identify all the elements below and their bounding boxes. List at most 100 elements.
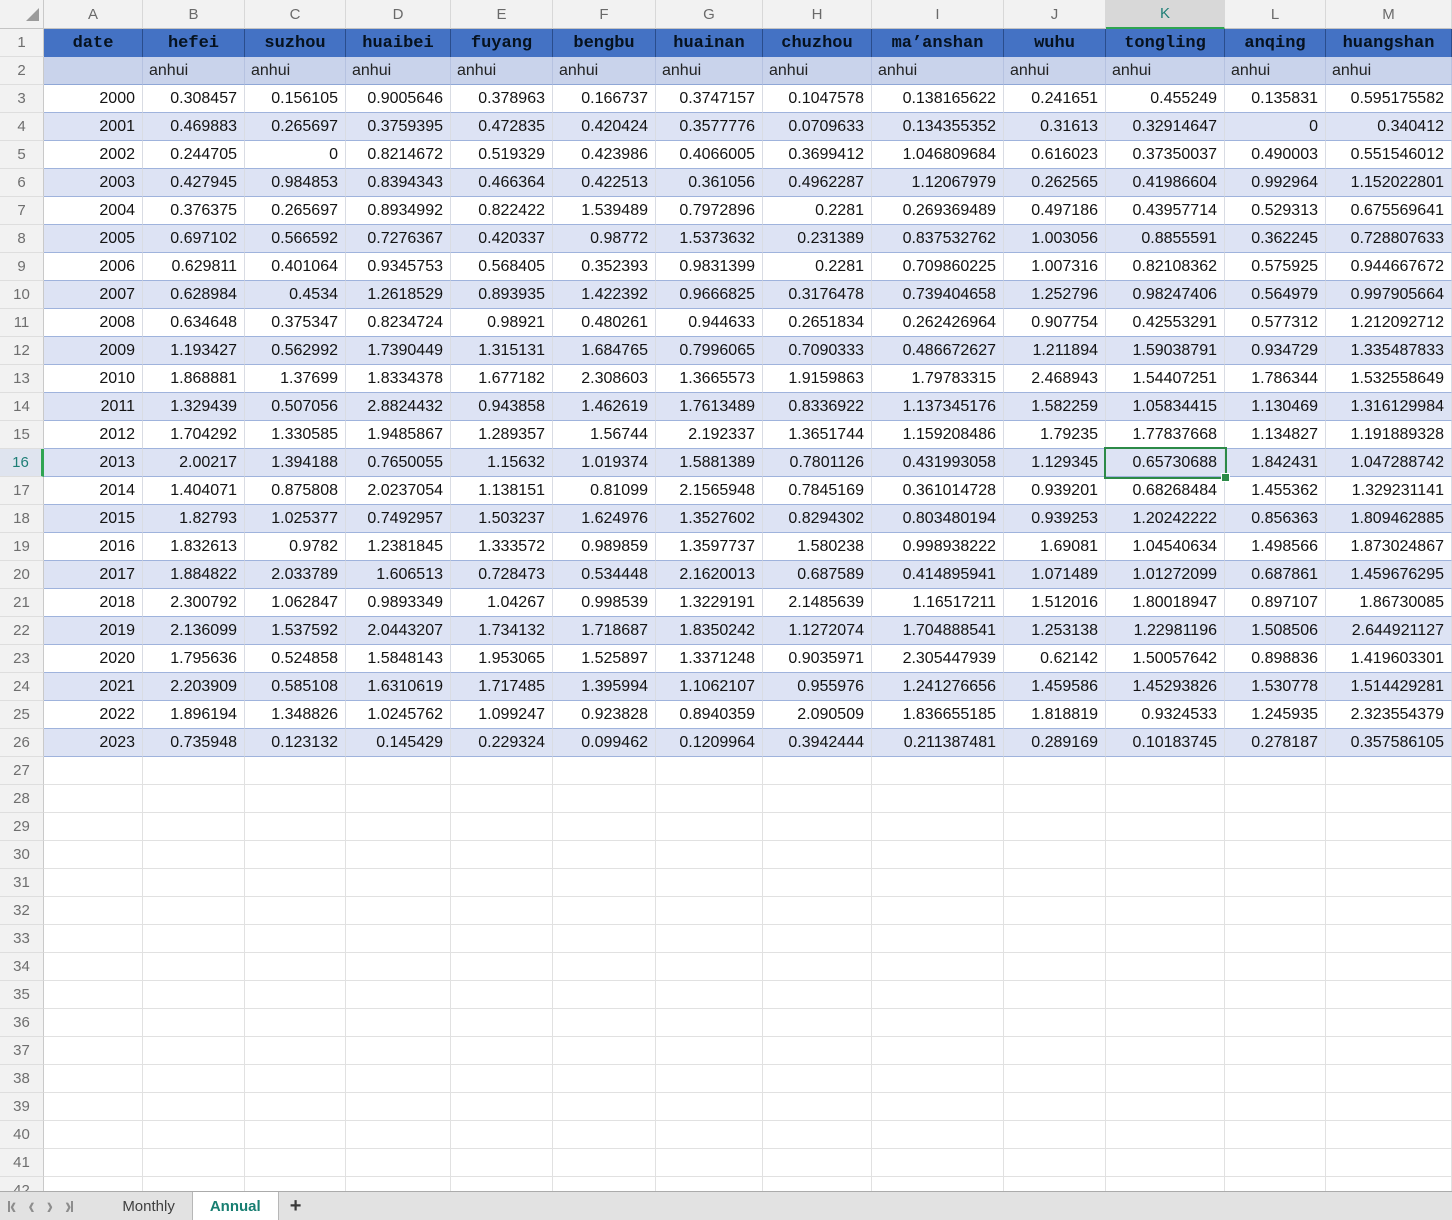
cell-B26[interactable]: 0.735948 [143,729,245,757]
cell-G31[interactable] [656,869,763,897]
cell-H38[interactable] [763,1065,872,1093]
cell-L40[interactable] [1225,1121,1326,1149]
cell-B11[interactable]: 0.634648 [143,309,245,337]
cell-A38[interactable] [44,1065,143,1093]
cell-H16[interactable]: 0.7801126 [763,449,872,477]
row-header-4[interactable]: 4 [0,113,44,141]
cell-H30[interactable] [763,841,872,869]
cell-L31[interactable] [1225,869,1326,897]
column-header-I[interactable]: I [872,0,1004,29]
cell-A24[interactable]: 2021 [44,673,143,701]
sheet-tab-annual[interactable]: Annual [191,1192,279,1220]
cell-G2[interactable]: anhui [656,57,763,85]
cell-H8[interactable]: 0.231389 [763,225,872,253]
cell-C32[interactable] [245,897,346,925]
cell-G13[interactable]: 1.3665573 [656,365,763,393]
cell-C10[interactable]: 0.4534 [245,281,346,309]
cell-D36[interactable] [346,1009,451,1037]
cell-H14[interactable]: 0.8336922 [763,393,872,421]
row-header-14[interactable]: 14 [0,393,44,421]
cell-F16[interactable]: 1.019374 [553,449,656,477]
cell-E34[interactable] [451,953,553,981]
cell-H33[interactable] [763,925,872,953]
cell-K29[interactable] [1106,813,1225,841]
cell-A4[interactable]: 2001 [44,113,143,141]
cell-K5[interactable]: 0.37350037 [1106,141,1225,169]
cell-A17[interactable]: 2014 [44,477,143,505]
cell-K7[interactable]: 0.43957714 [1106,197,1225,225]
cell-D10[interactable]: 1.2618529 [346,281,451,309]
cell-E5[interactable]: 0.519329 [451,141,553,169]
cell-H27[interactable] [763,757,872,785]
row-header-11[interactable]: 11 [0,309,44,337]
cell-F29[interactable] [553,813,656,841]
cell-L18[interactable]: 0.856363 [1225,505,1326,533]
cell-D25[interactable]: 1.0245762 [346,701,451,729]
cell-I20[interactable]: 0.414895941 [872,561,1004,589]
cell-F31[interactable] [553,869,656,897]
cell-I38[interactable] [872,1065,1004,1093]
cell-D17[interactable]: 2.0237054 [346,477,451,505]
cell-B37[interactable] [143,1037,245,1065]
cell-F8[interactable]: 0.98772 [553,225,656,253]
cell-C13[interactable]: 1.37699 [245,365,346,393]
cell-I5[interactable]: 1.046809684 [872,141,1004,169]
cell-C24[interactable]: 0.585108 [245,673,346,701]
cell-G17[interactable]: 2.1565948 [656,477,763,505]
cell-H36[interactable] [763,1009,872,1037]
cell-I12[interactable]: 0.486672627 [872,337,1004,365]
cell-F10[interactable]: 1.422392 [553,281,656,309]
cell-F40[interactable] [553,1121,656,1149]
nav-last-sheet-icon[interactable]: › [65,1194,74,1218]
cell-B12[interactable]: 1.193427 [143,337,245,365]
cell-K31[interactable] [1106,869,1225,897]
cell-M20[interactable]: 1.459676295 [1326,561,1452,589]
cell-M7[interactable]: 0.675569641 [1326,197,1452,225]
row-header-7[interactable]: 7 [0,197,44,225]
cell-B18[interactable]: 1.82793 [143,505,245,533]
cell-L4[interactable]: 0 [1225,113,1326,141]
cell-J14[interactable]: 1.582259 [1004,393,1106,421]
row-header-39[interactable]: 39 [0,1093,44,1121]
cell-H34[interactable] [763,953,872,981]
cell-B36[interactable] [143,1009,245,1037]
cell-D41[interactable] [346,1149,451,1177]
cell-C19[interactable]: 0.9782 [245,533,346,561]
row-header-25[interactable]: 25 [0,701,44,729]
cell-D6[interactable]: 0.8394343 [346,169,451,197]
cell-I32[interactable] [872,897,1004,925]
cell-E40[interactable] [451,1121,553,1149]
cell-J18[interactable]: 0.939253 [1004,505,1106,533]
cell-B32[interactable] [143,897,245,925]
cell-D14[interactable]: 2.8824432 [346,393,451,421]
cell-L15[interactable]: 1.134827 [1225,421,1326,449]
cell-H5[interactable]: 0.3699412 [763,141,872,169]
cell-L27[interactable] [1225,757,1326,785]
cell-B17[interactable]: 1.404071 [143,477,245,505]
cell-H21[interactable]: 2.1485639 [763,589,872,617]
cell-D3[interactable]: 0.9005646 [346,85,451,113]
cell-J38[interactable] [1004,1065,1106,1093]
cell-I30[interactable] [872,841,1004,869]
cell-M27[interactable] [1326,757,1452,785]
cell-H40[interactable] [763,1121,872,1149]
cell-E28[interactable] [451,785,553,813]
cell-C22[interactable]: 1.537592 [245,617,346,645]
row-header-24[interactable]: 24 [0,673,44,701]
row-header-30[interactable]: 30 [0,841,44,869]
cell-E12[interactable]: 1.315131 [451,337,553,365]
cell-F30[interactable] [553,841,656,869]
cell-F28[interactable] [553,785,656,813]
cell-D31[interactable] [346,869,451,897]
cell-I34[interactable] [872,953,1004,981]
cell-F39[interactable] [553,1093,656,1121]
cell-B24[interactable]: 2.203909 [143,673,245,701]
cell-D39[interactable] [346,1093,451,1121]
cell-C31[interactable] [245,869,346,897]
cell-M15[interactable]: 1.191889328 [1326,421,1452,449]
cell-J2[interactable]: anhui [1004,57,1106,85]
cell-L17[interactable]: 1.455362 [1225,477,1326,505]
cell-F12[interactable]: 1.684765 [553,337,656,365]
cell-L41[interactable] [1225,1149,1326,1177]
cell-I40[interactable] [872,1121,1004,1149]
